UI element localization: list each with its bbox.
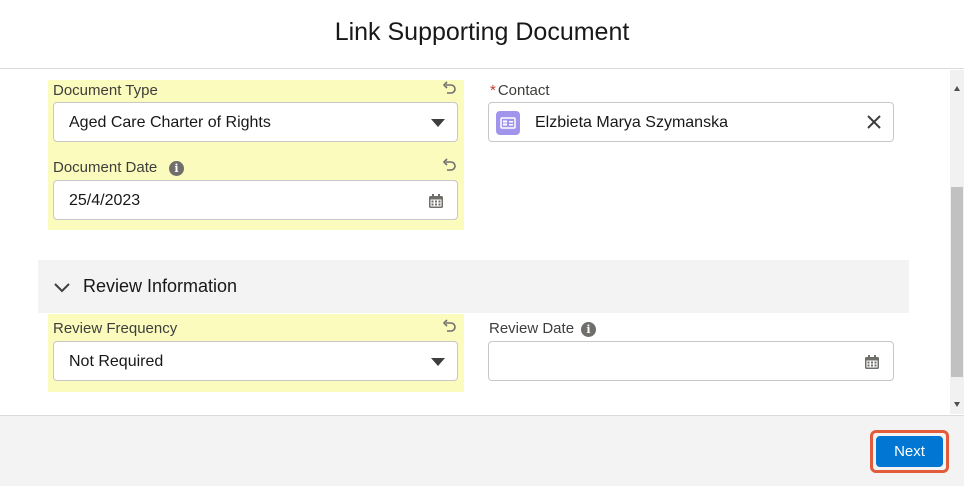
- undo-icon[interactable]: [441, 319, 457, 335]
- required-marker: *: [490, 82, 496, 99]
- review-frequency-select[interactable]: Not Required: [53, 341, 458, 381]
- modal-title: Link Supporting Document: [334, 18, 630, 46]
- calendar-icon[interactable]: [429, 194, 443, 208]
- modal-header: Link Supporting Document: [0, 0, 964, 69]
- contact-card-icon: [496, 111, 520, 135]
- contact-label: * Contact: [490, 82, 550, 99]
- document-date-label: Document Date: [53, 159, 158, 176]
- info-icon[interactable]: i: [581, 322, 596, 337]
- contact-label-text: Contact: [497, 82, 550, 99]
- close-icon[interactable]: [865, 113, 883, 131]
- contact-value: Elzbieta Marya Szymanska: [535, 114, 728, 131]
- modal-footer: Next: [0, 415, 964, 486]
- document-type-label: Document Type: [53, 82, 158, 99]
- review-frequency-label: Review Frequency: [53, 320, 178, 337]
- document-type-select[interactable]: Aged Care Charter of Rights: [53, 102, 458, 142]
- chevron-down-icon[interactable]: [53, 278, 71, 296]
- undo-icon[interactable]: [441, 81, 457, 97]
- info-icon[interactable]: i: [169, 161, 184, 176]
- document-type-value: Aged Care Charter of Rights: [69, 114, 271, 131]
- focus-highlight: Next: [870, 430, 949, 473]
- section-title: Review Information: [83, 276, 238, 296]
- document-date-input[interactable]: 25/4/2023: [53, 180, 458, 220]
- scrollbar-thumb[interactable]: [951, 187, 963, 377]
- contact-lookup[interactable]: Elzbieta Marya Szymanska: [488, 102, 894, 142]
- calendar-icon[interactable]: [865, 355, 879, 369]
- review-information-section[interactable]: Review Information: [38, 260, 909, 313]
- next-button[interactable]: Next: [876, 436, 943, 467]
- chevron-down-icon: [431, 119, 445, 127]
- scroll-up-arrow-icon[interactable]: [954, 86, 960, 91]
- modal-body: Document Type Aged Care Charter of Right…: [0, 69, 964, 415]
- review-frequency-value: Not Required: [69, 353, 164, 370]
- document-date-value: 25/4/2023: [69, 192, 141, 209]
- review-date-input[interactable]: [488, 341, 894, 381]
- scroll-down-arrow-icon[interactable]: [954, 402, 960, 407]
- chevron-down-icon: [431, 358, 445, 366]
- undo-icon[interactable]: [441, 158, 457, 174]
- review-date-label: Review Date: [489, 320, 575, 337]
